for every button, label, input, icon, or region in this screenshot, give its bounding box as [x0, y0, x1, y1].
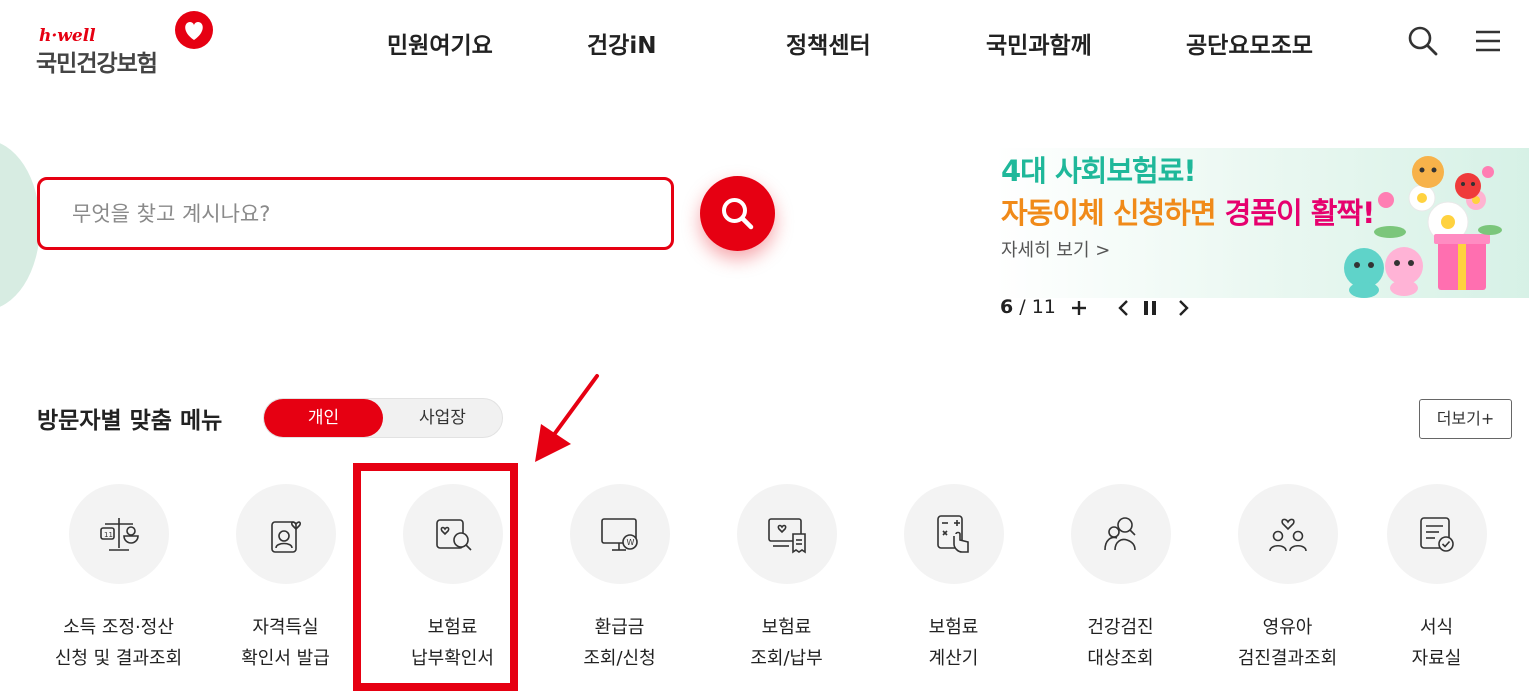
- nav-item-health-in[interactable]: 건강iN: [587, 26, 656, 60]
- quick-menu-icon-bg: [1071, 484, 1171, 584]
- quick-menu-icon-bg: [403, 484, 503, 584]
- banner-headline: 4대 사회보험료!: [1001, 154, 1197, 188]
- nav-item-civil[interactable]: 민원여기요: [387, 26, 493, 60]
- calculator-hand-icon: [937, 515, 969, 553]
- tab-individual[interactable]: 개인: [264, 399, 383, 437]
- quick-menu-qualification[interactable]: 자격득실 확인서 발급: [202, 484, 369, 684]
- annotation-arrow-icon: [535, 374, 599, 462]
- banner-illustration: [1344, 156, 1502, 298]
- quick-menu-label: 보험료 납부확인서: [411, 617, 494, 669]
- quick-menu-icon-bg: [236, 484, 336, 584]
- quick-menu-income-adjustment[interactable]: 11 소득 조정·정산 신청 및 결과조회: [35, 484, 202, 684]
- people-search-icon: [1104, 517, 1136, 551]
- id-card-heart-icon: [271, 521, 302, 553]
- nav-item-together[interactable]: 국민과함께: [986, 26, 1092, 60]
- quick-menu-label: 서식 자료실: [1411, 617, 1462, 669]
- quick-menu-icon-bg: 11: [69, 484, 169, 584]
- monitor-receipt-icon: [768, 518, 806, 554]
- quick-menu-label: 보험료 조회/납부: [750, 617, 823, 669]
- quick-menu-label: 환급금 조회/신청: [583, 617, 656, 669]
- quick-menu-icon-bg: [737, 484, 837, 584]
- form-check-icon: [1420, 517, 1454, 552]
- banner-page-counter: 6 / 11: [1000, 296, 1056, 318]
- more-button[interactable]: 더보기+: [1419, 399, 1512, 439]
- quick-menu-icon-bg: [1387, 484, 1487, 584]
- monitor-won-icon: W: [601, 518, 638, 551]
- quick-menu-icon-bg: W: [570, 484, 670, 584]
- svg-text:11: 11: [104, 531, 113, 539]
- pause-icon[interactable]: [1139, 296, 1161, 320]
- banner-detail-link[interactable]: 자세히 보기 >: [1001, 236, 1110, 262]
- main-nav: 민원여기요 건강iN 정책센터 국민과함께 공단요모조모: [0, 26, 1529, 60]
- banner-page-total: / 11: [1019, 296, 1056, 318]
- quick-menu-label: 보험료 계산기: [928, 617, 979, 669]
- quick-menu-premium-certificate[interactable]: 보험료 납부확인서: [369, 484, 536, 684]
- banner-page-current: 6: [1000, 296, 1014, 318]
- quick-menu-calculator[interactable]: 보험료 계산기: [870, 484, 1037, 684]
- quick-menu-refund[interactable]: W 환급금 조회/신청: [536, 484, 703, 684]
- quick-menu-icon-bg: [904, 484, 1004, 584]
- search-icon: [722, 198, 754, 230]
- tab-business[interactable]: 사업장: [383, 399, 502, 437]
- banner-subheadline-a: 자동이체 신청하면: [1001, 196, 1225, 230]
- chevron-left-icon[interactable]: [1113, 296, 1135, 320]
- quick-menu-label: 소득 조정·정산 신청 및 결과조회: [54, 617, 183, 669]
- quick-menu-label: 건강검진 대상조회: [1087, 617, 1154, 669]
- quick-menu-icon-bg: [1238, 484, 1338, 584]
- chevron-right-icon[interactable]: [1172, 296, 1194, 320]
- banner-pager: 6 / 11: [1000, 294, 1240, 322]
- promo-banner[interactable]: 4대 사회보험료! 자동이체 신청하면 경품이 활짝! 자세히 보기 > 6 /…: [975, 140, 1529, 340]
- nav-item-policy[interactable]: 정책센터: [786, 26, 871, 60]
- quick-menu-infant-checkup[interactable]: 영유아 검진결과조회: [1204, 484, 1371, 684]
- search-button[interactable]: [700, 176, 775, 251]
- site-header: h·well 국민건강보험 민원여기요 건강iN 정책센터 국민과함께 공단요모…: [0, 0, 1529, 90]
- family-heart-icon: [1269, 518, 1307, 552]
- banner-subheadline: 자동이체 신청하면 경품이 활짝!: [1001, 190, 1375, 232]
- svg-text:W: W: [627, 538, 635, 547]
- hamburger-menu-icon[interactable]: [1471, 24, 1505, 58]
- plus-icon[interactable]: [1068, 296, 1090, 320]
- quick-menu-label: 영유아 검진결과조회: [1237, 617, 1338, 669]
- nav-item-about[interactable]: 공단요모조모: [1186, 26, 1313, 60]
- quick-menu-forms[interactable]: 서식 자료실: [1353, 484, 1520, 684]
- document-search-icon: [436, 519, 472, 551]
- search-input[interactable]: [72, 180, 632, 247]
- quick-menu-premium-payment[interactable]: 보험료 조회/납부: [703, 484, 870, 684]
- quick-menu-label: 자격득실 확인서 발급: [241, 617, 330, 669]
- visitor-type-toggle: 개인 사업장: [263, 398, 503, 438]
- search-icon[interactable]: [1406, 24, 1440, 58]
- decorative-blob-left: [0, 140, 40, 310]
- scale-icon: 11: [100, 518, 139, 551]
- search-box: [37, 177, 674, 250]
- quick-menu-health-checkup[interactable]: 건강검진 대상조회: [1037, 484, 1204, 684]
- visitor-menu-title: 방문자별 맞춤 메뉴: [37, 408, 223, 434]
